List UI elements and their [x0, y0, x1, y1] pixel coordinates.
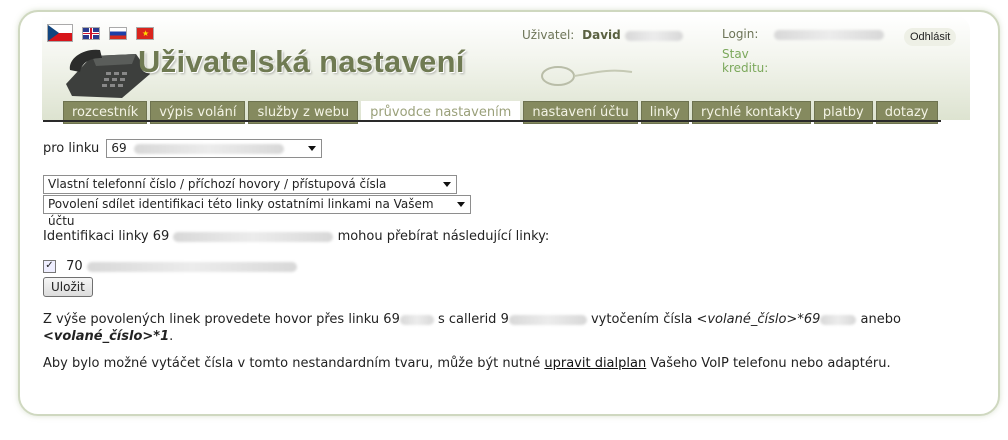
redacted-username: [624, 30, 683, 41]
info-text-1c: vytočením čísla: [590, 312, 693, 327]
uk-flag-icon[interactable]: [82, 26, 100, 40]
info-text-1d: anebo: [860, 312, 901, 327]
shared-line-number: 70: [66, 259, 83, 274]
save-row: Uložit: [43, 277, 93, 297]
dial-format-1: <volané_číslo>*69: [696, 312, 821, 327]
identification-suffix: mohou přebírat následující linky:: [337, 229, 550, 244]
info-paragraph-1: Z výše povolených linek provedete hovor …: [43, 311, 943, 345]
info-text-2a: Aby bylo možné vytáčet čísla v tomto nes…: [43, 356, 541, 371]
redacted-line-number: [134, 143, 285, 154]
line-select-value: 69: [111, 141, 127, 155]
line-select[interactable]: 69: [106, 139, 323, 158]
page-title: Uživatelská nastavení: [138, 44, 465, 79]
wizard-substep-select[interactable]: Povolení sdílet identifikaci této linky …: [43, 195, 471, 228]
tabs-divider: [43, 120, 941, 122]
save-button[interactable]: Uložit: [43, 277, 93, 297]
vietnam-flag-icon[interactable]: ★: [136, 26, 154, 40]
info-text-2b: Vašeho VoIP telefonu nebo adaptéru.: [650, 356, 891, 371]
line-selector-row: pro linku 69: [43, 139, 323, 158]
redacted-text: [399, 314, 434, 325]
info-text-1a: Z výše povolených linek provedete hovor …: [43, 312, 400, 327]
info-paragraph-2: Aby bylo možné vytáčet čísla v tomto nes…: [43, 356, 943, 371]
dial-format-2: <volané_číslo>*1: [43, 329, 170, 344]
identification-prefix: Identifikaci linky 69: [43, 229, 170, 244]
user-info: Uživatel: David: [522, 28, 683, 42]
wizard-step-select-value: Vlastní telefonní číslo / příchozí hovor…: [48, 177, 387, 191]
logout-button[interactable]: Odhlásit: [904, 28, 957, 46]
user-label: Uživatel:: [522, 28, 575, 42]
chevron-down-icon: [457, 202, 465, 207]
wizard-step-select-row: Vlastní telefonní číslo / příchozí hovor…: [43, 175, 457, 194]
chevron-down-icon: [443, 182, 451, 187]
redacted-text: [508, 314, 587, 325]
handset-decoration-icon: [541, 66, 633, 86]
redacted-shared-line: [86, 261, 297, 272]
czech-flag-icon[interactable]: [47, 24, 73, 42]
info-text-1end: .: [169, 329, 174, 344]
shared-line-row: ✓ 70: [43, 259, 297, 274]
shared-line-checkbox[interactable]: ✓: [43, 260, 56, 273]
info-text-1b: s callerid 9: [437, 312, 509, 327]
credit-info: Stav kreditu:: [722, 47, 774, 75]
edit-dialplan-link[interactable]: upravit dialplan: [544, 356, 646, 371]
identification-text: Identifikaci linky 69 mohou přebírat nás…: [43, 229, 549, 244]
redacted-login: [774, 29, 885, 40]
login-info: Login:: [722, 27, 885, 41]
wizard-substep-select-row: Povolení sdílet identifikaci této linky …: [43, 195, 471, 228]
wizard-step-select[interactable]: Vlastní telefonní číslo / příchozí hovor…: [43, 175, 457, 194]
redacted-line-id: [173, 231, 334, 242]
language-flags: ★: [47, 24, 154, 42]
credit-label: Stav kreditu:: [722, 47, 769, 75]
login-label: Login:: [722, 27, 759, 41]
chevron-down-icon: [308, 146, 317, 151]
redacted-text: [820, 314, 857, 325]
user-name: David: [582, 28, 621, 42]
russia-flag-icon[interactable]: [109, 26, 127, 40]
line-label: pro linku: [43, 141, 100, 156]
